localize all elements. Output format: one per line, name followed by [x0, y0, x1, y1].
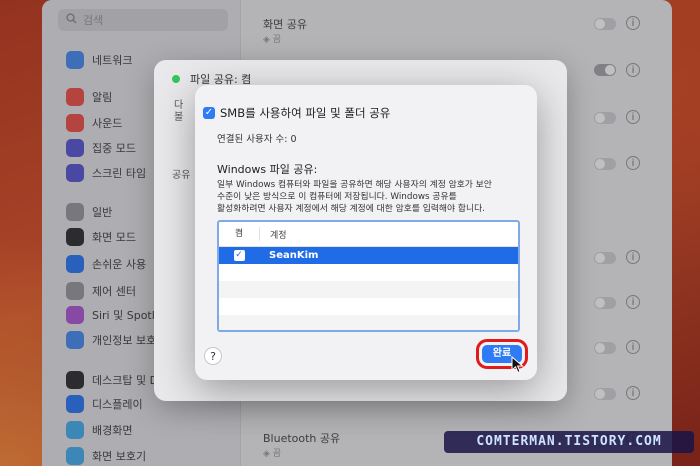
- table-row-empty: [219, 315, 518, 330]
- account-enable-checkbox[interactable]: ✓: [233, 250, 245, 261]
- windows-sharing-description: 일부 Windows 컴퓨터와 파일을 공유하면 해당 사용자의 계정 암호가 …: [217, 180, 492, 214]
- connected-users-count: 연결된 사용자 수: 0: [217, 134, 297, 145]
- table-header: 켬 계정: [219, 222, 518, 247]
- help-button[interactable]: ?: [204, 347, 222, 365]
- windows-accounts-table[interactable]: 켬 계정 ✓ SeanKim: [217, 220, 520, 332]
- blog-watermark: COMTERMAN.TISTORY.COM: [444, 431, 694, 453]
- status-dot-icon: [172, 75, 180, 83]
- account-name: SeanKim: [269, 250, 319, 261]
- column-header-account[interactable]: 계정: [260, 228, 287, 241]
- table-row-empty: [219, 264, 518, 281]
- smb-options-dialog: ✓ SMB를 사용하여 파일 및 폴더 공유 연결된 사용자 수: 0 Wind…: [195, 85, 537, 380]
- smb-checkbox-label: SMB를 사용하여 파일 및 폴더 공유: [220, 106, 391, 120]
- sheet-text-fragment: 공유: [172, 170, 191, 181]
- table-row-empty: [219, 298, 518, 315]
- sheet-text-fragment: 볼: [174, 112, 184, 123]
- table-row[interactable]: ✓ SeanKim: [219, 247, 518, 264]
- windows-sharing-heading: Windows 파일 공유:: [217, 163, 318, 176]
- table-row-empty: [219, 281, 518, 298]
- column-header-on[interactable]: 켬: [219, 227, 260, 241]
- mouse-pointer-icon: [511, 356, 524, 374]
- smb-checkbox[interactable]: ✓: [203, 107, 215, 119]
